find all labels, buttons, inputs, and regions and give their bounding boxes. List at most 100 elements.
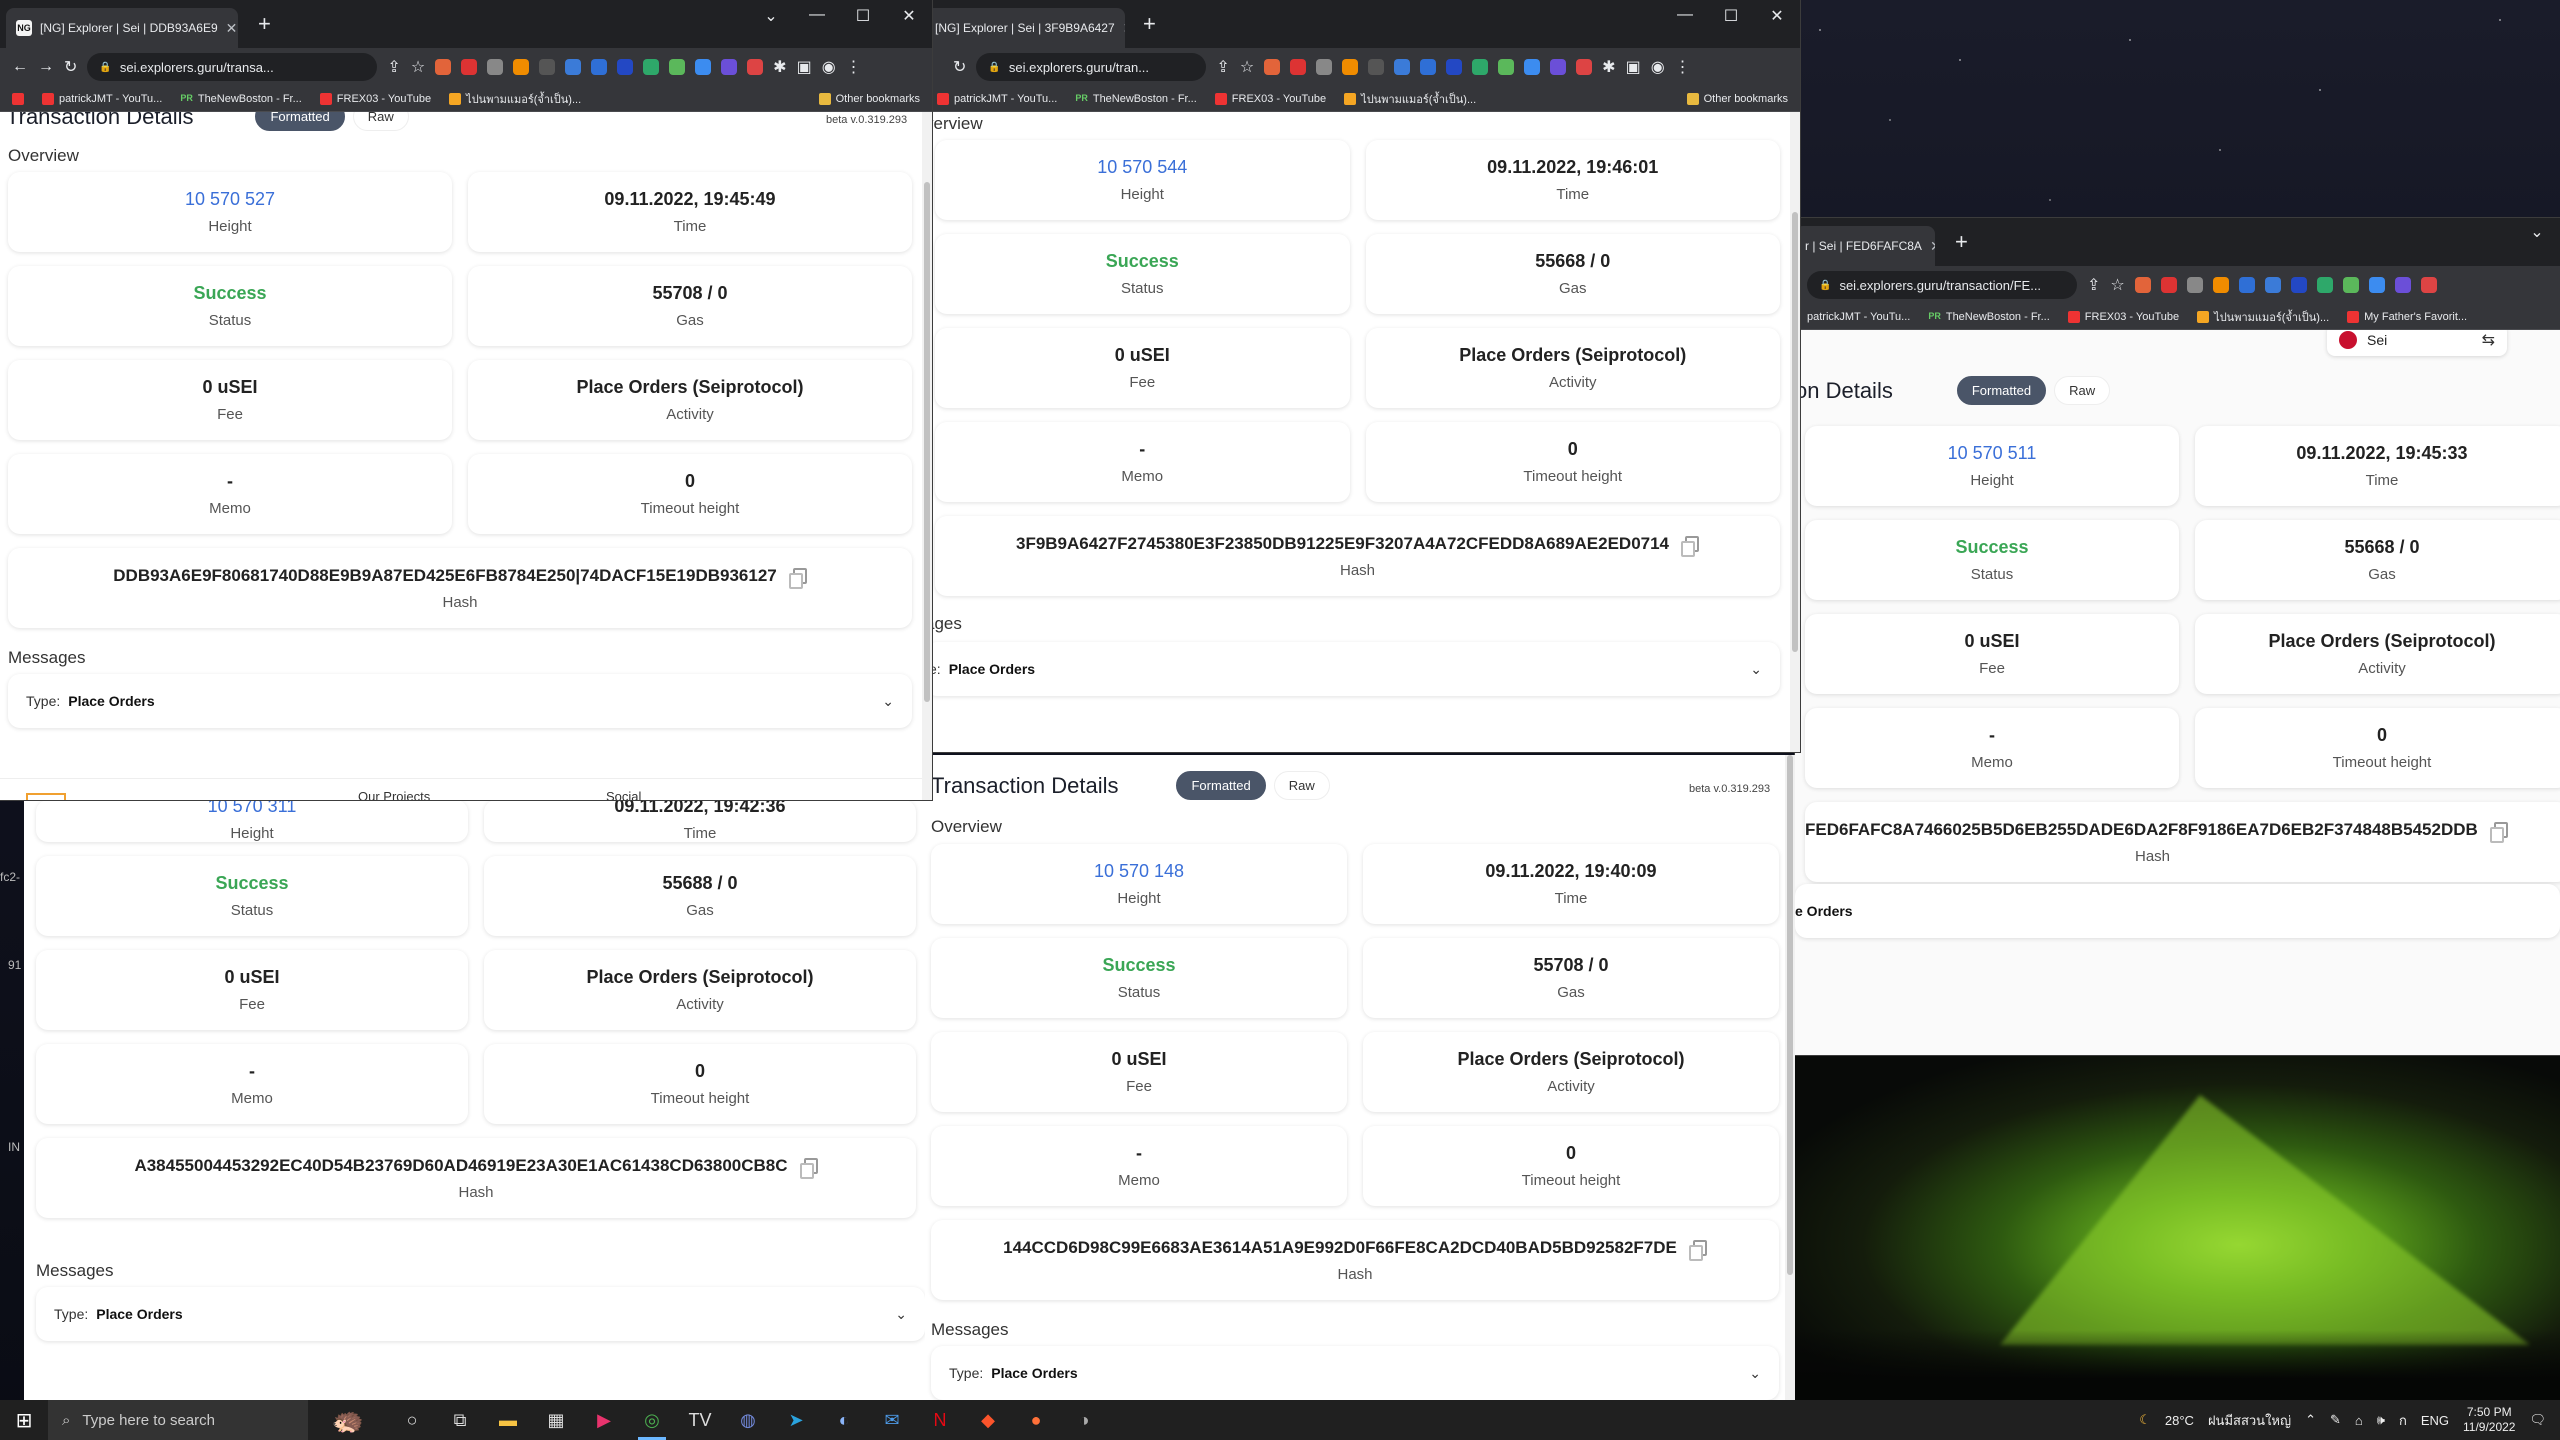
copy-icon[interactable] [2489,821,2508,843]
address-bar[interactable]: 🔒 sei.explorers.guru/transaction/FE... [1807,271,2077,299]
other-bookmarks[interactable]: Other bookmarks [818,92,920,105]
close-tab-icon[interactable]: ✕ [226,20,238,37]
discord-icon[interactable]: ◍ [724,1400,772,1440]
extension-icon[interactable] [1550,59,1567,75]
new-tab-button[interactable]: + [258,13,271,35]
weather-desc[interactable]: ฝนมีสสวนใหญ่ [2208,1410,2291,1431]
copy-icon[interactable] [1688,1239,1707,1261]
bookmark-item[interactable]: ไปนพามแมอร์(จ้ำเป็น)... [2197,308,2329,326]
height-value[interactable]: 10 570 511 [1948,443,2037,464]
menu-icon[interactable]: ⋮ [1675,57,1691,77]
back-icon[interactable]: ← [12,58,28,76]
weather-icon[interactable]: ☾ [2139,1412,2151,1428]
extension-icon[interactable] [2160,277,2177,293]
extension-icon[interactable] [695,59,712,75]
pen-icon[interactable]: ✎ [2330,1412,2341,1428]
new-tab-button[interactable]: + [1955,231,1968,253]
copy-icon[interactable] [1681,535,1700,557]
bookmark-item[interactable]: FREX03 - YouTube [319,92,431,105]
browser-tab[interactable]: [NG] Explorer | Sei | 3F9B9A6427 ✕ [925,8,1125,48]
star-icon[interactable]: ☆ [411,57,425,77]
windows-start-icon[interactable]: ⊞ [0,1408,48,1433]
bookmark-item[interactable]: patrickJMT - YouTu... [1807,311,1910,323]
extension-icon[interactable] [2316,277,2333,293]
minimize-icon[interactable]: — [794,6,840,26]
bookmark-item[interactable]: My Father's Favorit... [2347,310,2467,323]
extension-icon[interactable] [2290,277,2307,293]
extension-icon[interactable] [539,59,556,75]
language-indicator[interactable]: ENG [2421,1413,2449,1428]
forward-icon[interactable]: → [38,58,54,76]
scrollbar[interactable] [1790,112,1800,752]
netflix-icon[interactable]: N [916,1400,964,1440]
file-explorer-icon[interactable]: ▬ [484,1400,532,1440]
maximize-icon[interactable]: ☐ [1708,6,1754,26]
formatted-button[interactable]: Formatted [1956,376,2047,405]
extension-icon[interactable] [721,59,738,75]
extensions-icon[interactable]: ✱ [773,57,786,77]
address-bar[interactable]: 🔒 sei.explorers.guru/transa... [87,53,378,81]
hash-value[interactable]: 3F9B9A6427F2745380E3F23850DB91225E9F3207… [1016,534,1700,557]
star-icon[interactable]: ☆ [2110,275,2124,295]
raw-button[interactable]: Raw [352,112,409,131]
steam-icon[interactable]: ◐ [820,1400,868,1440]
message-row[interactable]: e: Place Orders ⌄ [925,642,1780,696]
metamask-icon[interactable] [435,59,452,75]
brave-icon[interactable]: ◆ [964,1400,1012,1440]
close-window-icon[interactable]: ✕ [1754,6,1800,26]
bookmark-item[interactable] [12,92,24,105]
maximize-icon[interactable]: ☐ [840,6,886,26]
scrollbar[interactable] [922,112,932,800]
extension-icon[interactable] [1524,59,1541,75]
extension-icon[interactable] [1394,59,1411,75]
extension-icon[interactable] [1290,59,1307,75]
height-value[interactable]: 10 570 148 [1094,861,1184,882]
bookmark-item[interactable]: ไปนพามแมอร์(จ้ำเป็น)... [1344,90,1476,108]
taskbar-search[interactable]: ⌕ Type here to search [48,1400,308,1440]
chevron-down-icon[interactable]: ⌄ [1750,661,1762,678]
extension-icon[interactable] [1420,59,1437,75]
new-tab-button[interactable]: + [1143,13,1156,35]
extension-icon[interactable] [1316,59,1333,75]
chevron-up-icon[interactable]: ⌃ [2305,1412,2316,1428]
minimize-icon[interactable]: — [1662,6,1708,26]
extension-icon[interactable] [2238,277,2255,293]
footer-social-link[interactable]: Social [606,789,641,800]
store-icon[interactable]: ▦ [532,1400,580,1440]
extension-icon[interactable] [2368,277,2385,293]
extension-icon[interactable] [487,59,504,75]
extension-icon[interactable] [513,59,530,75]
tradingview-icon[interactable]: TV [676,1400,724,1440]
formatted-button[interactable]: Formatted [255,112,345,131]
height-value[interactable]: 10 570 311 [208,800,297,817]
extension-icon[interactable] [2212,277,2229,293]
extension-icon[interactable] [565,59,582,75]
message-row[interactable]: e Orders [1795,884,2560,938]
share-icon[interactable]: ⇪ [1216,57,1229,77]
extension-icon[interactable] [2342,277,2359,293]
notification-icon[interactable]: 🗨 [2529,1412,2546,1428]
weather-temp[interactable]: 28°C [2165,1413,2194,1428]
profile-icon[interactable]: ◉ [1651,57,1665,77]
browser-tab[interactable]: r | Sei | FED6FAFC8A ✕ [1795,226,1935,266]
extension-icon[interactable] [1576,59,1593,75]
extension-icon[interactable] [643,59,660,75]
star-icon[interactable]: ☆ [1240,57,1254,77]
extension-icon[interactable] [2264,277,2281,293]
formatted-button[interactable]: Formatted [1176,771,1266,800]
extension-icon[interactable] [2394,277,2411,293]
extension-icon[interactable] [1342,59,1359,75]
address-bar[interactable]: 🔒 sei.explorers.guru/tran... [976,53,1207,81]
tab-search-icon[interactable]: ⌄ [748,6,794,26]
bookmark-item[interactable]: patrickJMT - YouTu... [937,92,1057,105]
minimize-icon[interactable]: ⌄ [2514,222,2560,242]
close-tab-icon[interactable]: ✕ [1123,20,1125,37]
message-row[interactable]: Type: Place Orders ⌄ [931,1346,1779,1400]
footer-projects-link[interactable]: Our Projects [358,789,430,800]
extension-icon[interactable] [2420,277,2437,293]
extension-icon[interactable] [747,59,764,75]
extension-icon[interactable] [2186,277,2203,293]
browser-tab[interactable]: NG [NG] Explorer | Sei | DDB93A6E9 ✕ [6,8,238,48]
cortana-icon[interactable]: ○ [388,1400,436,1440]
message-row[interactable]: Type: Place Orders ⌄ [36,1287,925,1341]
